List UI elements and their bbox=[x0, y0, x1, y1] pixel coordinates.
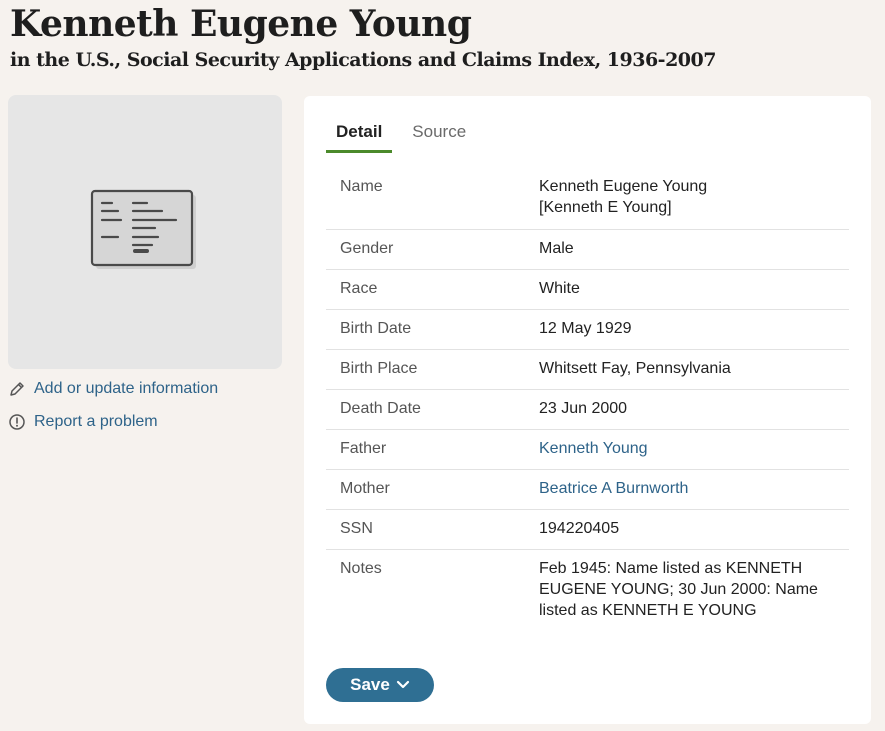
tab-detail[interactable]: Detail bbox=[326, 118, 393, 153]
chevron-down-icon bbox=[396, 680, 410, 690]
row-value: 12 May 1929 bbox=[539, 320, 632, 337]
father-link[interactable]: Kenneth Young bbox=[539, 438, 849, 459]
row-label: Notes bbox=[340, 560, 382, 577]
add-update-info-link[interactable]: Add or update information bbox=[8, 380, 218, 398]
detail-row-race: Race White bbox=[326, 270, 849, 310]
name-value: Kenneth Eugene Young bbox=[539, 178, 708, 195]
page-title: Kenneth Eugene Young bbox=[10, 3, 472, 45]
detail-row-mother: Mother Beatrice A Burnworth bbox=[326, 470, 849, 510]
row-label: Race bbox=[340, 280, 378, 297]
save-button[interactable]: Save bbox=[326, 668, 434, 702]
report-problem-label: Report a problem bbox=[34, 413, 158, 430]
detail-row-name: Name Kenneth Eugene Young [Kenneth E You… bbox=[326, 168, 849, 230]
detail-row-death-date: Death Date 23 Jun 2000 bbox=[326, 390, 849, 430]
row-value: Male bbox=[539, 240, 574, 257]
row-label: SSN bbox=[340, 520, 373, 537]
row-label: Birth Place bbox=[340, 360, 418, 377]
row-value: Whitsett Fay, Pennsylvania bbox=[539, 360, 731, 377]
detail-row-birth-place: Birth Place Whitsett Fay, Pennsylvania bbox=[326, 350, 849, 390]
report-problem-link[interactable]: Report a problem bbox=[8, 413, 158, 431]
detail-row-birth-date: Birth Date 12 May 1929 bbox=[326, 310, 849, 350]
mother-link[interactable]: Beatrice A Burnworth bbox=[539, 478, 849, 499]
tab-bar: Detail Source bbox=[326, 118, 476, 153]
row-label: Name bbox=[340, 178, 383, 195]
detail-row-notes: Notes Feb 1945: Name listed as KENNETH E… bbox=[326, 550, 849, 631]
row-label: Mother bbox=[340, 480, 390, 497]
tab-source[interactable]: Source bbox=[402, 118, 476, 153]
detail-row-father: Father Kenneth Young bbox=[326, 430, 849, 470]
row-value: White bbox=[539, 280, 580, 297]
name-alternate: [Kenneth E Young] bbox=[539, 199, 672, 216]
collection-subtitle: in the U.S., Social Security Application… bbox=[10, 49, 716, 71]
row-label: Birth Date bbox=[340, 320, 412, 337]
pencil-icon bbox=[8, 380, 26, 398]
add-update-info-label: Add or update information bbox=[34, 380, 219, 397]
detail-row-gender: Gender Male bbox=[326, 230, 849, 270]
row-value: 194220405 bbox=[539, 520, 620, 537]
row-label: Gender bbox=[340, 240, 394, 257]
record-image-placeholder[interactable] bbox=[8, 95, 282, 369]
document-card-icon bbox=[90, 189, 200, 276]
save-label: Save bbox=[350, 675, 390, 694]
alert-circle-icon bbox=[8, 413, 26, 431]
row-value: Feb 1945: Name listed as KENNETH EUGENE … bbox=[539, 560, 818, 619]
row-label: Death Date bbox=[340, 400, 421, 417]
record-detail-card: Detail Source Name Kenneth Eugene Young … bbox=[304, 96, 871, 724]
detail-table: Name Kenneth Eugene Young [Kenneth E You… bbox=[326, 168, 849, 631]
detail-row-ssn: SSN 194220405 bbox=[326, 510, 849, 550]
row-value: 23 Jun 2000 bbox=[539, 400, 628, 417]
row-label: Father bbox=[340, 440, 387, 457]
row-value: Kenneth Eugene Young [Kenneth E Young] bbox=[539, 176, 849, 218]
